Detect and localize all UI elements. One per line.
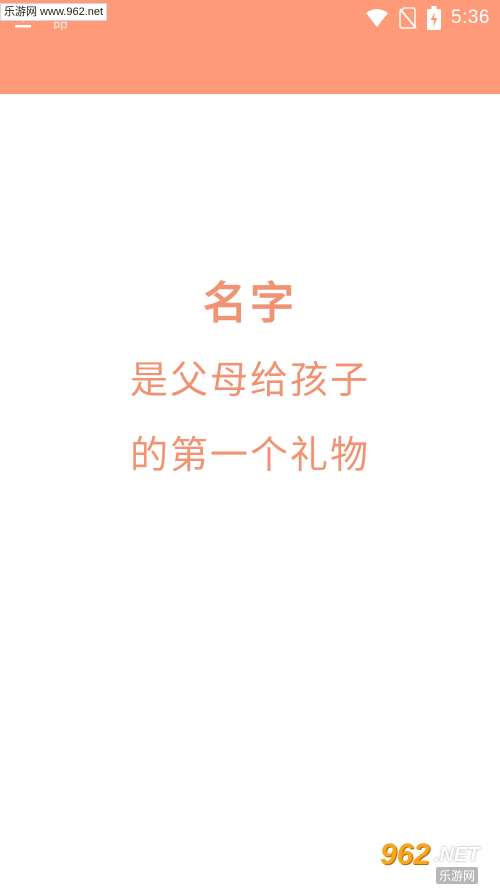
- no-sim-icon: [399, 7, 417, 29]
- headline-title: 名字: [203, 278, 297, 329]
- watermark-net: .NET: [434, 844, 480, 866]
- app-header-bar: 乐游网 www.962.net 命 5:36: [0, 0, 500, 94]
- watermark-cn: 乐游网: [436, 867, 479, 884]
- wifi-icon: [366, 9, 389, 27]
- watermark-top: 乐游网 www.962.net: [0, 3, 108, 21]
- status-clock: 5:36: [451, 7, 490, 28]
- system-status-icons: 5:36: [365, 4, 490, 32]
- headline-line-2: 是父母给孩子: [129, 358, 370, 402]
- watermark-logo: 962 .NET 乐游网: [374, 838, 494, 884]
- watermark-number: 962: [380, 838, 431, 871]
- battery-charging-icon: [427, 6, 442, 30]
- splash-screen: 乐游网 www.962.net 命 5:36 名字 是父母给孩子 的第一个礼物: [0, 0, 500, 888]
- headline-line-3: 的第一个礼物: [129, 433, 370, 477]
